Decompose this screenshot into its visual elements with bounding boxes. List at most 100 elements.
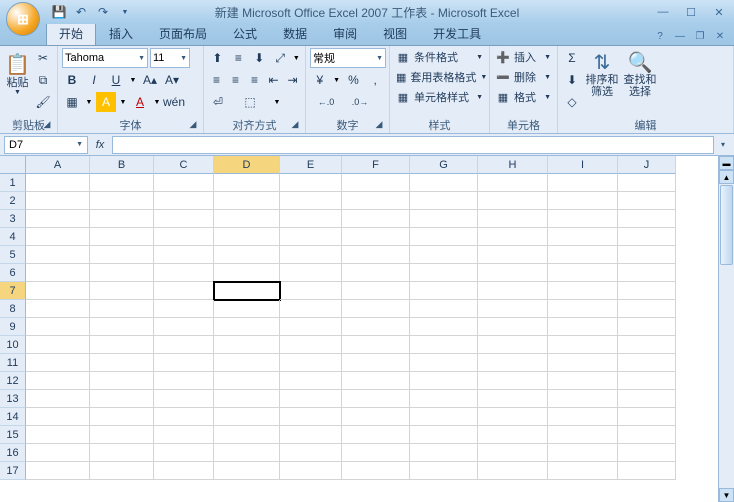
cell[interactable] bbox=[280, 390, 342, 408]
cell[interactable] bbox=[342, 462, 410, 480]
cell[interactable] bbox=[26, 228, 90, 246]
row-header[interactable]: 3 bbox=[0, 210, 26, 228]
row-header[interactable]: 6 bbox=[0, 264, 26, 282]
orientation-button[interactable]: ⤢ bbox=[271, 48, 290, 68]
cell[interactable] bbox=[280, 210, 342, 228]
cell[interactable] bbox=[90, 462, 154, 480]
italic-button[interactable]: I bbox=[84, 70, 104, 90]
delete-cells-button[interactable]: ➖删除▼ bbox=[494, 68, 553, 86]
cell[interactable] bbox=[478, 192, 548, 210]
cell[interactable] bbox=[618, 264, 676, 282]
cell[interactable] bbox=[26, 462, 90, 480]
cell[interactable] bbox=[26, 318, 90, 336]
doc-minimize-button[interactable]: — bbox=[672, 29, 688, 43]
cell[interactable] bbox=[90, 300, 154, 318]
cell[interactable] bbox=[342, 210, 410, 228]
cell[interactable] bbox=[90, 408, 154, 426]
cell[interactable] bbox=[618, 210, 676, 228]
cell[interactable] bbox=[478, 174, 548, 192]
formula-expand-button[interactable]: ▾ bbox=[716, 136, 730, 154]
wrap-text-button[interactable]: ⏎ bbox=[208, 92, 228, 112]
cell[interactable] bbox=[280, 408, 342, 426]
cell[interactable] bbox=[342, 390, 410, 408]
comma-button[interactable]: , bbox=[365, 70, 385, 90]
cell[interactable] bbox=[154, 300, 214, 318]
undo-button[interactable]: ↶ bbox=[72, 3, 90, 21]
cell[interactable] bbox=[410, 264, 478, 282]
column-header[interactable]: I bbox=[548, 156, 618, 174]
format-painter-button[interactable]: 🖌 bbox=[33, 92, 53, 112]
cell[interactable] bbox=[154, 372, 214, 390]
tab-审阅[interactable]: 审阅 bbox=[320, 21, 370, 45]
cell[interactable] bbox=[26, 174, 90, 192]
cell[interactable] bbox=[548, 174, 618, 192]
cell[interactable] bbox=[280, 282, 342, 300]
cell[interactable] bbox=[280, 246, 342, 264]
cell[interactable] bbox=[154, 462, 214, 480]
cell[interactable] bbox=[90, 228, 154, 246]
cell[interactable] bbox=[478, 210, 548, 228]
cell[interactable] bbox=[280, 444, 342, 462]
cell[interactable] bbox=[618, 390, 676, 408]
cell[interactable] bbox=[214, 192, 280, 210]
tab-开始[interactable]: 开始 bbox=[46, 21, 96, 45]
cell[interactable] bbox=[26, 408, 90, 426]
cell[interactable] bbox=[154, 210, 214, 228]
cell[interactable] bbox=[214, 210, 280, 228]
cell[interactable] bbox=[618, 408, 676, 426]
row-header[interactable]: 11 bbox=[0, 354, 26, 372]
cell[interactable] bbox=[90, 390, 154, 408]
currency-button[interactable]: ¥ bbox=[310, 70, 330, 90]
shrink-font-button[interactable]: A▾ bbox=[162, 70, 182, 90]
cell[interactable] bbox=[410, 408, 478, 426]
cell[interactable] bbox=[410, 318, 478, 336]
cell[interactable] bbox=[618, 228, 676, 246]
cell[interactable] bbox=[342, 426, 410, 444]
cell[interactable] bbox=[154, 354, 214, 372]
cell[interactable] bbox=[154, 174, 214, 192]
cell[interactable] bbox=[342, 192, 410, 210]
row-header[interactable]: 14 bbox=[0, 408, 26, 426]
cell[interactable] bbox=[342, 300, 410, 318]
maximize-button[interactable]: ☐ bbox=[680, 4, 702, 20]
row-header[interactable]: 17 bbox=[0, 462, 26, 480]
cell[interactable] bbox=[548, 282, 618, 300]
find-select-button[interactable]: 🔍 查找和 选择 bbox=[622, 48, 658, 100]
column-header[interactable]: G bbox=[410, 156, 478, 174]
inc-indent-button[interactable]: ⇥ bbox=[284, 70, 301, 90]
cell[interactable] bbox=[618, 300, 676, 318]
cell[interactable] bbox=[26, 444, 90, 462]
cell[interactable] bbox=[618, 336, 676, 354]
cell[interactable] bbox=[90, 354, 154, 372]
insert-cells-button[interactable]: ➕插入▼ bbox=[494, 48, 553, 66]
row-header[interactable]: 7 bbox=[0, 282, 26, 300]
cell[interactable] bbox=[280, 336, 342, 354]
cell[interactable] bbox=[214, 426, 280, 444]
cell[interactable] bbox=[478, 264, 548, 282]
column-header[interactable]: H bbox=[478, 156, 548, 174]
cell[interactable] bbox=[214, 408, 280, 426]
column-header[interactable]: E bbox=[280, 156, 342, 174]
number-launcher[interactable]: ◢ bbox=[373, 119, 385, 131]
cell[interactable] bbox=[410, 354, 478, 372]
cell[interactable] bbox=[478, 372, 548, 390]
increase-decimal-button[interactable]: ←.0 bbox=[310, 92, 342, 112]
redo-button[interactable]: ↷ bbox=[94, 3, 112, 21]
cell[interactable] bbox=[90, 372, 154, 390]
bold-button[interactable]: B bbox=[62, 70, 82, 90]
tab-开发工具[interactable]: 开发工具 bbox=[420, 21, 494, 45]
cell[interactable] bbox=[90, 264, 154, 282]
column-header[interactable]: J bbox=[618, 156, 676, 174]
cell[interactable] bbox=[478, 300, 548, 318]
paste-button[interactable]: 📋 粘贴 ▼ bbox=[4, 48, 31, 100]
column-header[interactable]: A bbox=[26, 156, 90, 174]
tab-数据[interactable]: 数据 bbox=[270, 21, 320, 45]
cell[interactable] bbox=[342, 318, 410, 336]
cell[interactable] bbox=[26, 264, 90, 282]
border-button[interactable]: ▦ bbox=[62, 92, 82, 112]
select-all-corner[interactable] bbox=[0, 156, 26, 174]
cell[interactable] bbox=[478, 444, 548, 462]
cell[interactable] bbox=[618, 246, 676, 264]
font-launcher[interactable]: ◢ bbox=[187, 119, 199, 131]
scroll-split-button[interactable]: ▬ bbox=[719, 156, 734, 170]
